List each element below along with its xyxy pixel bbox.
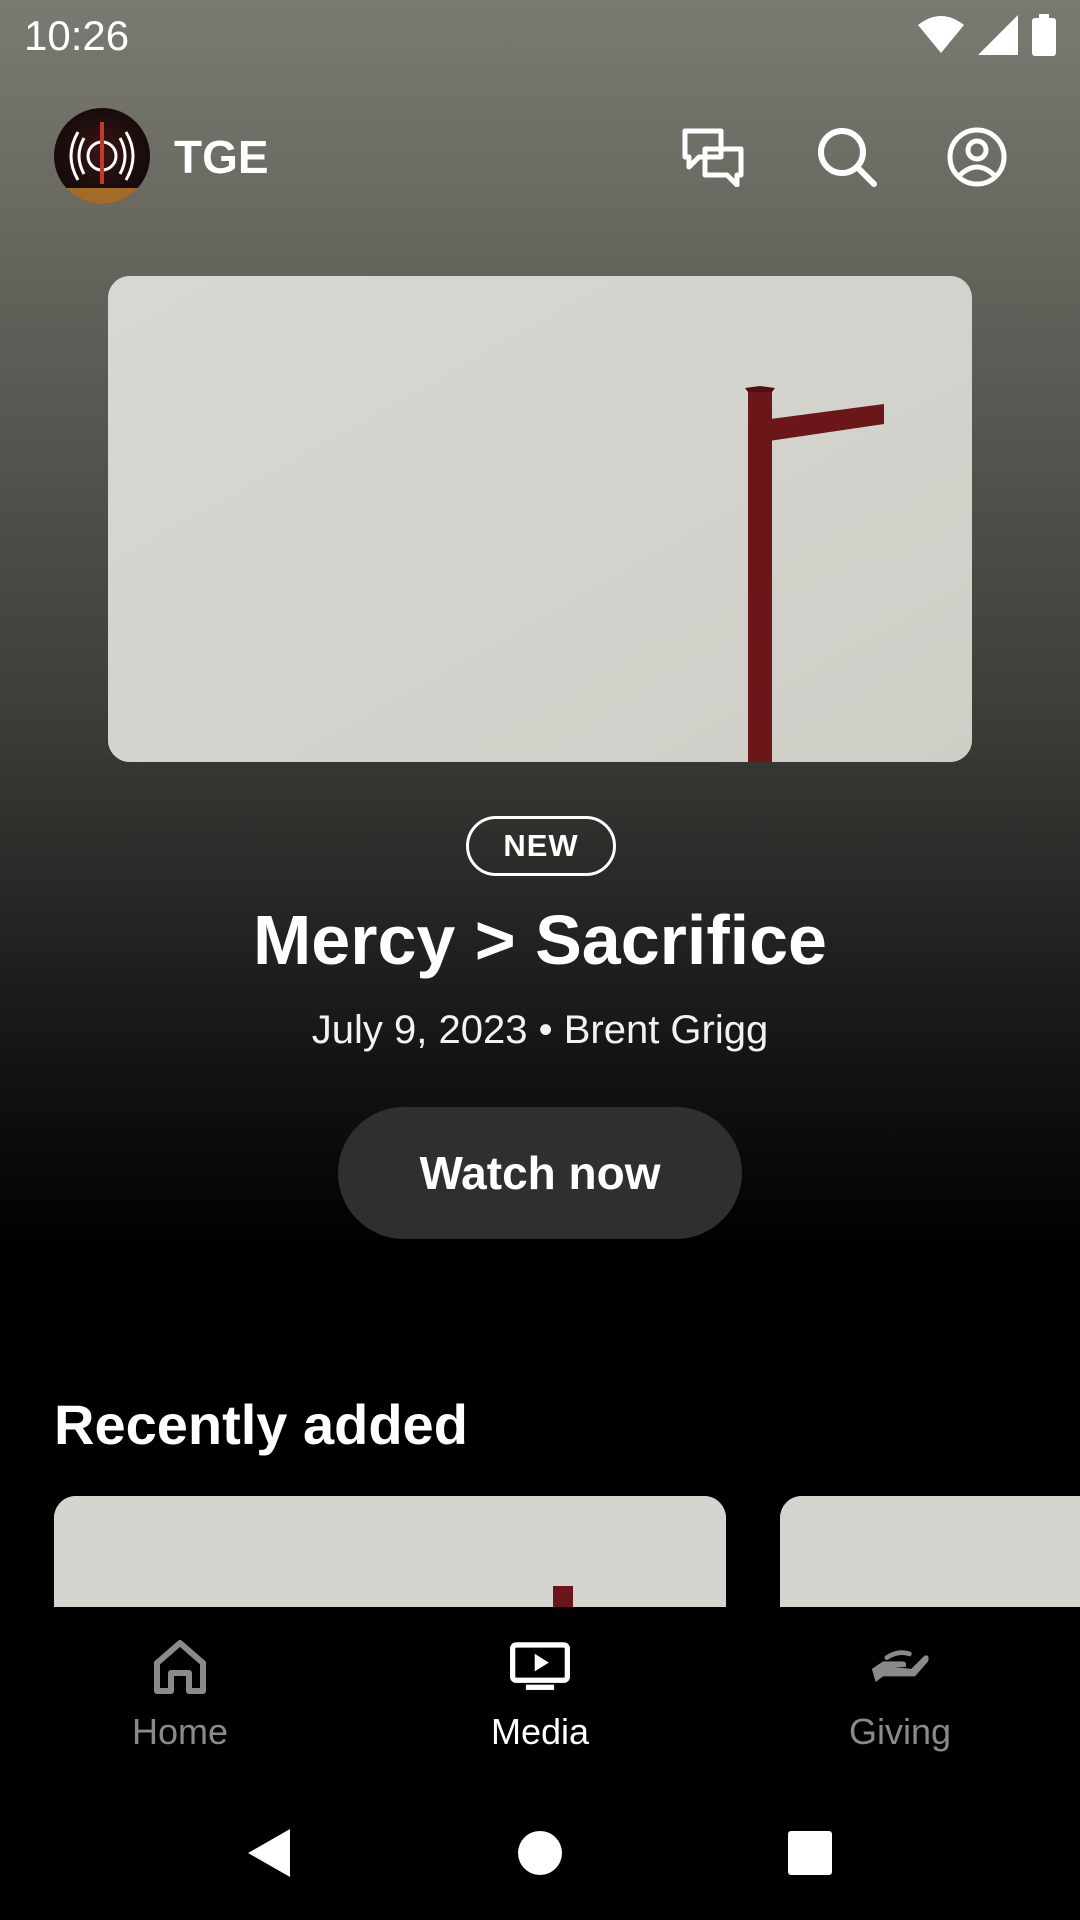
bottom-nav: Home Media Giving — [0, 1607, 1080, 1785]
wifi-icon — [918, 15, 964, 60]
sermon-meta: July 9, 2023 • Brent Grigg — [311, 1008, 769, 1052]
battery-icon — [1032, 14, 1056, 61]
home-icon — [150, 1637, 210, 1697]
search-button[interactable] — [812, 122, 882, 192]
nav-media[interactable]: Media — [360, 1607, 720, 1785]
home-circle-icon — [518, 1831, 562, 1875]
nav-label: Media — [490, 1711, 590, 1752]
giving-icon — [870, 1637, 930, 1697]
status-bar: 10:26 — [0, 0, 1080, 75]
new-badge: NEW — [466, 816, 616, 876]
nav-home[interactable]: Home — [0, 1607, 360, 1785]
sermon-title: Mercy > Sacrifice — [253, 901, 827, 979]
featured-sermon-image[interactable] — [108, 276, 972, 762]
nav-label: Giving — [848, 1711, 952, 1752]
system-nav-bar — [0, 1785, 1080, 1920]
watch-now-button[interactable]: Watch now — [338, 1107, 742, 1239]
cell-signal-icon — [978, 15, 1018, 60]
status-icons — [918, 14, 1056, 61]
nav-giving[interactable]: Giving — [720, 1607, 1080, 1785]
profile-button[interactable] — [942, 122, 1012, 192]
status-time: 10:26 — [24, 12, 130, 59]
back-triangle-icon — [248, 1829, 290, 1877]
recently-added-heading: Recently added — [54, 1393, 468, 1456]
media-icon — [510, 1637, 570, 1697]
nav-label: Home — [131, 1711, 229, 1752]
system-recents-button[interactable] — [778, 1821, 842, 1885]
messages-button[interactable] — [678, 122, 748, 192]
cross-image — [108, 276, 972, 762]
account-circle-icon — [947, 127, 1007, 187]
app-header: TGE — [0, 100, 1080, 215]
app-screen: 10:26 TGE NEW Mercy > Sacrifice July 9, … — [0, 0, 1080, 1920]
system-home-button[interactable] — [508, 1821, 572, 1885]
recents-square-icon — [788, 1831, 832, 1875]
search-icon — [818, 128, 877, 187]
logo-graphic — [54, 122, 150, 204]
church-logo[interactable] — [54, 108, 150, 204]
app-title: TGE — [174, 131, 269, 183]
chat-icon — [682, 128, 744, 187]
system-back-button[interactable] — [236, 1821, 300, 1885]
